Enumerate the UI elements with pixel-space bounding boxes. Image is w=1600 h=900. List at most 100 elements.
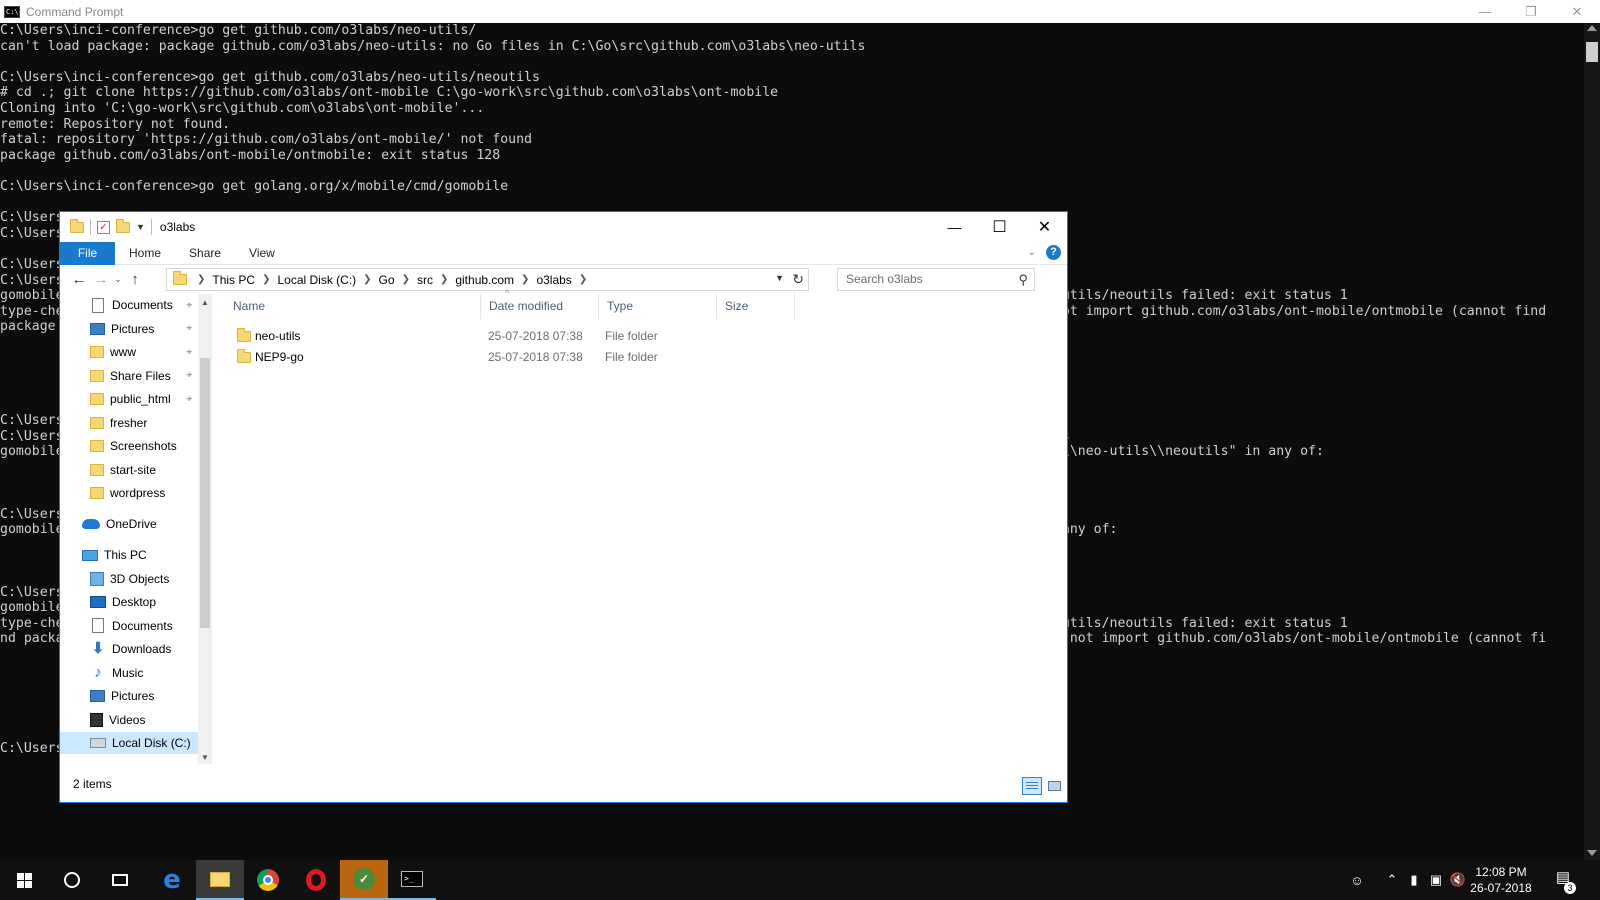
column-header-name[interactable]: Name: [225, 294, 481, 319]
nav-item-this-pc[interactable]: This PC: [60, 544, 198, 566]
nav-item-desktop[interactable]: Desktop: [60, 591, 198, 613]
search-icon[interactable]: ⚲: [1018, 269, 1028, 290]
new-folder-icon[interactable]: [116, 218, 130, 233]
nav-item-pictures[interactable]: Pictures ⌖: [60, 318, 198, 340]
taskbar-edge-button[interactable]: e: [148, 860, 196, 900]
cmd-scroll-thumb[interactable]: [1586, 42, 1598, 62]
people-icon[interactable]: ☺: [1345, 860, 1369, 900]
task-view-button[interactable]: [96, 860, 144, 900]
taskbar-opera-button[interactable]: [292, 860, 340, 900]
column-header-date-modified[interactable]: Date modified: [481, 294, 599, 319]
pin-icon[interactable]: ⌖: [186, 370, 192, 381]
file-row[interactable]: neo-utils 25-07-2018 07:38 File folder: [229, 326, 789, 347]
taskbar-command-prompt-button[interactable]: >_: [388, 860, 436, 900]
chevron-right-icon[interactable]: ❯: [436, 274, 452, 285]
navigation-pane-scrollbar[interactable]: ▲ ▼: [198, 294, 212, 764]
details-view-button[interactable]: [1022, 777, 1042, 795]
cmd-close-button[interactable]: ✕: [1554, 0, 1600, 23]
scroll-down-icon[interactable]: [1587, 850, 1597, 856]
tab-share[interactable]: Share: [175, 242, 235, 265]
folder-icon: [237, 328, 251, 342]
network-icon[interactable]: ▣: [1426, 860, 1446, 900]
cortana-search-button[interactable]: [48, 860, 96, 900]
breadcrumb-o3labs[interactable]: o3labs: [533, 273, 574, 287]
pin-icon[interactable]: ⌖: [186, 394, 192, 405]
pin-icon[interactable]: ⌖: [186, 323, 192, 334]
breadcrumb-go[interactable]: Go: [376, 273, 398, 287]
address-dropdown-icon[interactable]: ▼: [775, 273, 784, 283]
address-bar[interactable]: ❯ This PC ❯ Local Disk (C:) ❯ Go ❯ src ❯…: [166, 268, 809, 291]
back-arrow-icon[interactable]: ←: [68, 269, 90, 291]
nav-item-www[interactable]: www ⌖: [60, 341, 198, 363]
large-icons-view-button[interactable]: [1045, 777, 1065, 795]
help-icon[interactable]: ?: [1046, 245, 1061, 260]
breadcrumb-local-disk[interactable]: Local Disk (C:): [274, 273, 359, 287]
chevron-right-icon[interactable]: ❯: [193, 274, 209, 285]
taskbar-app-button[interactable]: ✓: [340, 860, 388, 900]
nav-item-share-files[interactable]: Share Files ⌖: [60, 365, 198, 387]
expand-ribbon-chevron-icon[interactable]: ⌄: [1028, 247, 1036, 258]
explorer-minimize-button[interactable]: —: [932, 212, 977, 242]
properties-icon[interactable]: ✓: [97, 220, 110, 234]
breadcrumb-github[interactable]: github.com: [452, 273, 517, 287]
chevron-right-icon[interactable]: ❯: [359, 274, 375, 285]
system-clock[interactable]: 12:08 PM 26-07-2018: [1466, 864, 1536, 896]
cmd-titlebar[interactable]: C:\ Command Prompt — ❐ ✕: [0, 0, 1600, 23]
nav-item-public-html[interactable]: public_html ⌖: [60, 388, 198, 410]
search-box[interactable]: Search o3labs ⚲: [837, 268, 1035, 291]
nav-item-onedrive[interactable]: OneDrive: [60, 513, 198, 535]
chevron-right-icon[interactable]: ❯: [575, 274, 591, 285]
cmd-scrollbar[interactable]: [1584, 23, 1600, 860]
show-hidden-icons-chevron-icon[interactable]: ⌃: [1382, 860, 1402, 900]
pin-icon[interactable]: ⌖: [186, 300, 192, 311]
volume-muted-icon[interactable]: 🔇: [1448, 860, 1468, 900]
nav-item-wordpress[interactable]: wordpress: [60, 482, 198, 504]
breadcrumb-this-pc[interactable]: This PC: [209, 273, 258, 287]
nav-item-local-disk-c[interactable]: Local Disk (C:): [60, 732, 198, 754]
tab-file[interactable]: File: [60, 241, 115, 265]
console-line: C:\Users: [0, 413, 64, 428]
explorer-close-button[interactable]: ✕: [1022, 212, 1067, 242]
explorer-titlebar[interactable]: ✓ ▼ o3labs — ☐ ✕: [60, 212, 1067, 242]
tab-view[interactable]: View: [235, 242, 289, 265]
column-header-size[interactable]: Size: [717, 294, 795, 319]
navigation-pane-scroll-thumb[interactable]: [200, 358, 210, 628]
up-arrow-icon[interactable]: ↑: [124, 269, 146, 291]
nav-item-music[interactable]: ♪ Music: [60, 662, 198, 684]
breadcrumb-src[interactable]: src: [414, 273, 436, 287]
taskbar-file-explorer-button[interactable]: [196, 860, 244, 900]
nav-item-downloads[interactable]: ⬇ Downloads: [60, 638, 198, 660]
nav-item-fresher[interactable]: fresher: [60, 412, 198, 434]
start-button[interactable]: [0, 860, 48, 900]
column-header-type[interactable]: Type: [599, 294, 717, 319]
tab-home[interactable]: Home: [115, 242, 175, 265]
taskbar-chrome-button[interactable]: [244, 860, 292, 900]
nav-item-documents[interactable]: Documents: [60, 615, 198, 637]
scroll-up-icon[interactable]: ▲: [201, 298, 209, 307]
forward-arrow-icon[interactable]: →: [90, 269, 112, 291]
file-row[interactable]: NEP9-go 25-07-2018 07:38 File folder: [229, 347, 789, 368]
explorer-maximize-button[interactable]: ☐: [977, 212, 1022, 242]
scroll-down-icon[interactable]: ▼: [201, 753, 209, 762]
console-line: gomobile: [0, 288, 64, 304]
cmd-restore-button[interactable]: ❐: [1508, 0, 1554, 23]
nav-item-pictures[interactable]: Pictures: [60, 685, 198, 707]
chevron-right-icon[interactable]: ❯: [517, 274, 533, 285]
recent-locations-chevron-icon[interactable]: ⌄: [112, 269, 124, 291]
nav-item-start-site[interactable]: start-site: [60, 459, 198, 481]
nav-item-documents[interactable]: Documents ⌖: [60, 294, 198, 316]
battery-icon[interactable]: ▮: [1404, 860, 1424, 900]
nav-item-3d-objects[interactable]: 3D Objects: [60, 568, 198, 590]
cmd-minimize-button[interactable]: —: [1462, 0, 1508, 23]
scroll-up-icon[interactable]: [1587, 25, 1597, 31]
chevron-right-icon[interactable]: ❯: [398, 274, 414, 285]
clock-date: 26-07-2018: [1470, 881, 1532, 895]
pin-icon[interactable]: ⌖: [186, 347, 192, 358]
chevron-right-icon[interactable]: ❯: [258, 274, 274, 285]
nav-item-screenshots[interactable]: Screenshots: [60, 435, 198, 457]
nav-item-videos[interactable]: Videos: [60, 709, 198, 731]
quick-access-dropdown-icon[interactable]: ▼: [136, 222, 145, 232]
file-list: Name ^ Date modified Type Size neo-utils…: [215, 288, 1067, 764]
music-icon: ♪: [94, 663, 102, 681]
refresh-icon[interactable]: ↻: [792, 271, 804, 288]
